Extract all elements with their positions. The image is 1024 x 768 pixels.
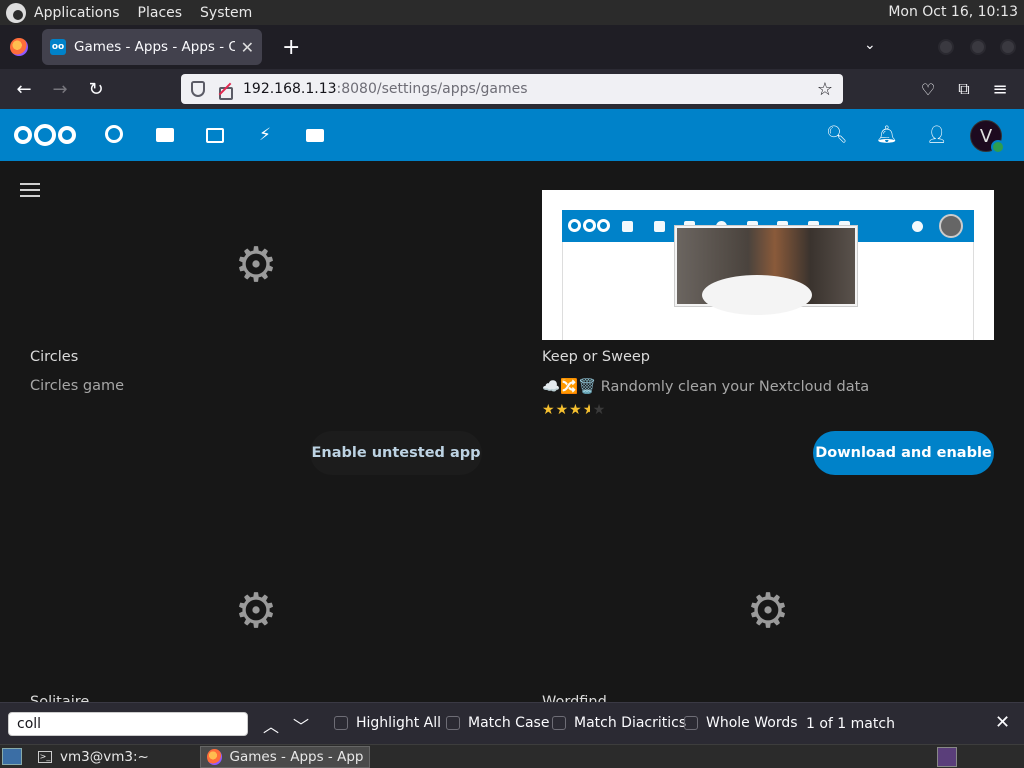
firefox-icon (207, 749, 222, 765)
window-maximize-button[interactable] (970, 39, 986, 55)
download-and-enable-button[interactable]: Download and enable (813, 431, 994, 475)
highlight-all-checkbox[interactable]: Highlight All (334, 715, 441, 731)
star-empty-icon: ★ (592, 402, 607, 418)
match-diacritics-checkbox[interactable]: Match Diacritics (552, 715, 686, 731)
menu-system[interactable]: System (200, 5, 252, 21)
url-host: 192.168.1.13 (243, 81, 337, 97)
terminal-icon: >_ (38, 751, 52, 763)
contacts-icon[interactable]: 👤︎ (926, 125, 948, 145)
app-name-keep-or-sweep[interactable]: Keep or Sweep (542, 349, 650, 365)
new-tab-plus-icon[interactable]: + (282, 35, 300, 60)
list-all-tabs-chevron-icon[interactable]: ⌄ (864, 37, 876, 53)
menu-places[interactable]: Places (138, 5, 183, 21)
clock[interactable]: Mon Oct 16, 10:13 (888, 4, 1018, 20)
find-previous-chevron-up-icon[interactable]: ︿ (263, 713, 279, 737)
taskbar-firefox[interactable]: Games - Apps - App... (200, 746, 370, 768)
files-folder-icon[interactable] (156, 128, 174, 142)
insecure-lock-icon[interactable] (217, 82, 233, 100)
close-tab-icon[interactable]: ✕ (241, 38, 254, 57)
find-bar: coll ︿ ﹀ Highlight All Match Case Match … (0, 702, 1024, 744)
bottom-taskbar: >_ vm3@vm3:~ Games - Apps - App... (0, 744, 1024, 768)
show-desktop-icon[interactable] (2, 748, 22, 765)
app-screenshot-preview (542, 190, 994, 340)
pocket-icon[interactable]: ♡ (916, 77, 940, 101)
navigation-toolbar: ← → ↻ 192.168.1.13:8080/settings/apps/ga… (0, 69, 1024, 109)
activity-bolt-icon[interactable]: ⚡ (255, 125, 275, 145)
tab-title: Games - Apps - Apps - Colla (74, 39, 235, 55)
photos-icon[interactable] (206, 128, 224, 143)
app-name-circles[interactable]: Circles (30, 349, 78, 365)
app-name-solitaire[interactable]: Solitaire (30, 694, 89, 702)
gnome-foot-icon[interactable] (6, 2, 26, 23)
nextcloud-logo[interactable] (14, 123, 76, 147)
system-top-bar: Applications Places System Mon Oct 16, 1… (0, 0, 1024, 25)
mail-icon[interactable] (306, 129, 324, 142)
summary-text: Randomly clean your Nextcloud data (600, 379, 870, 395)
window-minimize-button[interactable] (938, 39, 954, 55)
enable-untested-app-button[interactable]: Enable untested app (310, 431, 482, 475)
window-close-button[interactable] (1000, 39, 1016, 55)
nextcloud-favicon-icon: oo (50, 39, 66, 55)
find-match-status: 1 of 1 match (806, 716, 895, 732)
app-list: ⚙ Circles Circles game Enable untested a… (0, 161, 1024, 702)
bookmark-star-icon[interactable]: ☆ (817, 79, 833, 100)
star-full-icon: ★ (542, 402, 556, 418)
notifications-bell-icon[interactable]: 🔔︎ (876, 125, 898, 145)
back-arrow-icon[interactable]: ← (12, 77, 36, 101)
star-half-icon: ★ (583, 402, 590, 418)
url-bar[interactable]: 192.168.1.13:8080/settings/apps/games ☆ (181, 74, 843, 104)
reload-icon[interactable]: ↻ (84, 77, 108, 101)
app-summary-circles: Circles game (30, 378, 125, 394)
browser-tab-active[interactable]: oo Games - Apps - Apps - Colla ✕ (42, 29, 262, 65)
app-summary-keep-or-sweep: ☁️🔀🗑️ Randomly clean your Nextcloud data (542, 378, 869, 395)
find-input[interactable]: coll (8, 712, 248, 736)
app-rating-stars: ★★★★★ (542, 402, 606, 418)
close-find-bar-icon[interactable]: ✕ (995, 712, 1010, 733)
url-path: :8080/settings/apps/games (336, 81, 528, 97)
app-placeholder-gear-icon: ⚙ (234, 237, 278, 293)
tracking-shield-icon[interactable] (191, 81, 205, 97)
hamburger-menu-icon[interactable]: ≡ (988, 77, 1012, 101)
navigation-toggle-icon[interactable] (20, 183, 40, 197)
star-full-icon: ★ (569, 402, 583, 418)
nextcloud-header: ⚡ 🔍︎ 🔔︎ 👤︎ (0, 109, 1024, 161)
app-name-wordfind[interactable]: Wordfind (542, 694, 607, 702)
taskbar-terminal[interactable]: >_ vm3@vm3:~ (32, 746, 155, 768)
online-status-icon (991, 140, 1005, 154)
search-icon[interactable]: 🔍︎ (826, 125, 848, 145)
forward-arrow-icon[interactable]: → (48, 77, 72, 101)
whole-words-checkbox[interactable]: Whole Words (684, 715, 798, 731)
summary-emoji: ☁️🔀🗑️ (542, 379, 597, 395)
app-placeholder-gear-icon: ⚙ (234, 583, 278, 639)
extensions-puzzle-icon[interactable]: ⧉ (952, 77, 976, 101)
app-placeholder-gear-icon: ⚙ (746, 583, 790, 639)
match-case-checkbox[interactable]: Match Case (446, 715, 549, 731)
tab-strip: oo Games - Apps - Apps - Colla ✕ + ⌄ (0, 25, 1024, 69)
firefox-icon[interactable] (10, 38, 28, 56)
find-next-chevron-down-icon[interactable]: ﹀ (293, 713, 309, 737)
menu-applications[interactable]: Applications (34, 5, 120, 21)
dashboard-icon[interactable] (105, 125, 123, 143)
workspace-switcher-icon[interactable] (937, 747, 957, 767)
star-full-icon: ★ (555, 402, 570, 418)
